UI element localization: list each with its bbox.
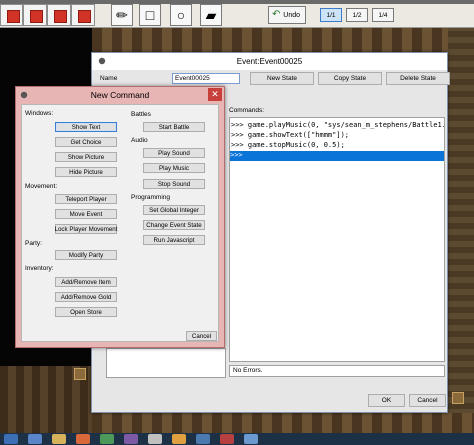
play-music-button[interactable]: Play Music: [143, 163, 205, 173]
red-tile-icon: [30, 10, 43, 23]
start-battle-button[interactable]: Start Battle: [143, 122, 205, 132]
undo-icon: ↶: [272, 9, 281, 20]
folder-icon[interactable]: [52, 434, 66, 444]
app-icon[interactable]: [124, 434, 138, 444]
delete-state-button[interactable]: Delete State: [386, 72, 450, 85]
pencil-icon: ✏: [116, 6, 128, 23]
rectangle-tool-button[interactable]: □: [139, 4, 161, 26]
event-window-titlebar[interactable]: Event:Event00025: [92, 53, 447, 70]
new-command-body: Windows: Show Text Get Choice Show Pictu…: [21, 104, 219, 342]
map-canvas-bottom-strip[interactable]: [92, 413, 474, 433]
show-picture-button[interactable]: Show Picture: [55, 152, 117, 162]
toolbar-slot-3[interactable]: [47, 4, 71, 26]
pencil-tool-button[interactable]: ✏: [111, 4, 133, 26]
section-party-label: Party:: [25, 240, 42, 247]
app-icon[interactable]: [196, 434, 210, 444]
zoom-label: 1/4: [378, 11, 388, 19]
new-command-titlebar[interactable]: New Command ✕: [16, 87, 224, 103]
window-app-icon: [98, 57, 106, 65]
event-tile[interactable]: [452, 392, 464, 404]
red-tile-icon: [7, 10, 20, 23]
app-icon[interactable]: [220, 434, 234, 444]
new-command-dialog: New Command ✕ Windows: Show Text Get Cho…: [15, 86, 225, 348]
copy-state-button[interactable]: Copy State: [318, 72, 382, 85]
zoom-1-2-button[interactable]: 1/2: [346, 8, 368, 22]
toolbar-slot-2[interactable]: [23, 4, 47, 26]
circle-icon: ○: [176, 7, 186, 23]
code-line[interactable]: >>> game.showText(["hmmm"]);: [231, 131, 349, 139]
app-icon[interactable]: [244, 434, 258, 444]
teleport-player-button[interactable]: Teleport Player: [55, 194, 117, 204]
event-window-title: Event:Event00025: [236, 57, 303, 66]
section-programming-label: Programming: [131, 194, 171, 201]
app-icon[interactable]: [148, 434, 162, 444]
modify-party-button[interactable]: Modify Party: [55, 250, 117, 260]
play-sound-button[interactable]: Play Sound: [143, 148, 205, 158]
section-inventory-label: Inventory:: [25, 265, 54, 272]
rectangle-icon: □: [145, 7, 155, 23]
new-state-button[interactable]: New State: [250, 72, 314, 85]
app-icon[interactable]: [172, 434, 186, 444]
dialog-cancel-button[interactable]: Cancel: [186, 331, 217, 341]
add-remove-item-button[interactable]: Add/Remove Item: [55, 277, 117, 287]
add-remove-gold-button[interactable]: Add/Remove Gold: [55, 292, 117, 302]
cancel-button[interactable]: Cancel: [409, 394, 446, 407]
section-audio-label: Audio: [131, 137, 148, 144]
name-label: Name: [100, 75, 118, 82]
zoom-label: 1/2: [352, 11, 362, 19]
start-icon[interactable]: [4, 434, 18, 444]
commands-label: Commands:: [229, 107, 265, 114]
run-javascript-button[interactable]: Run Javascript: [143, 235, 205, 245]
red-tile-icon: [54, 10, 67, 23]
code-line[interactable]: >>> game.playMusic(0, "sys/sean_m_stephe…: [231, 121, 444, 129]
close-button[interactable]: ✕: [208, 88, 222, 101]
taskbar: [0, 433, 474, 445]
change-event-state-button[interactable]: Change Event State: [143, 220, 205, 230]
set-global-integer-button[interactable]: Set Global Integer: [143, 205, 205, 215]
new-command-title: New Command: [90, 90, 150, 100]
toolbar-slot-4[interactable]: [71, 4, 95, 26]
undo-label: Undo: [283, 11, 300, 19]
ok-button[interactable]: OK: [368, 394, 405, 407]
circle-tool-button[interactable]: ○: [170, 4, 192, 26]
code-line-selected[interactable]: >>>: [230, 151, 444, 161]
section-windows-label: Windows:: [25, 110, 54, 117]
close-icon: ✕: [211, 89, 219, 99]
lock-player-movement-button[interactable]: Lock Player Movement: [55, 224, 117, 234]
zoom-1-4-button[interactable]: 1/4: [372, 8, 394, 22]
code-line[interactable]: >>> game.stopMusic(0, 0.5);: [231, 141, 345, 149]
fill-icon: ▰: [205, 6, 217, 23]
app-icon[interactable]: [76, 434, 90, 444]
section-battles-label: Battles: [131, 111, 151, 118]
stop-sound-button[interactable]: Stop Sound: [143, 179, 205, 189]
state-list[interactable]: [106, 348, 226, 378]
red-tile-icon: [78, 10, 91, 23]
zoom-label: 1/1: [326, 11, 336, 19]
toolbar-slot-1[interactable]: [0, 4, 23, 26]
window-app-icon: [20, 91, 28, 99]
editor-toolbar: ✏ □ ○ ▰ ↶ Undo 1/1 1/2 1/4: [0, 0, 474, 28]
status-pane: No Errors.: [229, 365, 445, 377]
map-canvas-top[interactable]: [92, 28, 448, 52]
show-text-button[interactable]: Show Text: [55, 122, 117, 132]
undo-button[interactable]: ↶ Undo: [268, 6, 306, 24]
move-event-button[interactable]: Move Event: [55, 209, 117, 219]
zoom-1-1-button[interactable]: 1/1: [320, 8, 342, 22]
section-movement-label: Movement:: [25, 183, 58, 190]
get-choice-button[interactable]: Get Choice: [55, 137, 117, 147]
event-tile[interactable]: [74, 368, 86, 380]
hide-picture-button[interactable]: Hide Picture: [55, 167, 117, 177]
event-name-field[interactable]: Event00025: [172, 73, 240, 84]
map-canvas-right[interactable]: [448, 28, 474, 433]
ie-icon[interactable]: [28, 434, 42, 444]
open-store-button[interactable]: Open Store: [55, 307, 117, 317]
app-icon[interactable]: [100, 434, 114, 444]
fill-tool-button[interactable]: ▰: [200, 4, 222, 26]
commands-editor[interactable]: >>> game.playMusic(0, "sys/sean_m_stephe…: [229, 117, 445, 362]
